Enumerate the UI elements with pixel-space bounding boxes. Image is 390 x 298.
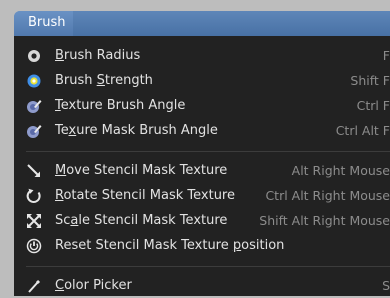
menu-item-label: Brush Radius [55,48,141,63]
circle-dot-icon [28,50,40,62]
menu-item-shortcut: S [382,278,390,293]
menu-item-shortcut: Alt Right Mouse [291,163,390,178]
eyedropper-icon [28,279,41,293]
menu-item-label: Texture Brush Angle [55,98,186,113]
menu-item-label: Texure Mask Brush Angle [55,123,218,138]
menu-item-scale-stencil[interactable]: Scale Stencil Mask Texture Shift Alt Rig… [14,209,390,233]
menu-item-move-stencil[interactable]: Move Stencil Mask Texture Alt Right Mous… [14,159,390,183]
texture-mask-icon [27,125,42,138]
menu-item-label: Color Picker [55,278,132,293]
menu-item-shortcut: F [382,48,390,63]
menu-item-texture-mask-brush-angle[interactable]: Texure Mask Brush Angle Ctrl Alt F [14,119,390,143]
menu-item-brush-radius[interactable]: Brush Radius F [14,44,390,68]
menu-item-shortcut: Shift F [350,73,390,88]
menu-item-brush-strength[interactable]: Brush Strength Shift F [14,69,390,93]
rotate-icon [26,188,41,203]
menu-item-shortcut: Ctrl Alt Right Mouse [265,188,390,203]
move-arrow-icon [27,164,40,177]
menu-item-reset-stencil-position[interactable]: Reset Stencil Mask Texture position [14,234,390,258]
menu-item-rotate-stencil[interactable]: Rotate Stencil Mask Texture Ctrl Alt Rig… [14,184,390,208]
menu-item-texture-brush-angle[interactable]: Texture Brush Angle Ctrl F [14,94,390,118]
brush-strength-icon [27,74,41,88]
menu-title: Brush [28,15,66,30]
scale-icon [27,214,41,228]
menu-item-label: Rotate Stencil Mask Texture [55,188,235,203]
menu-separator [26,266,390,267]
brush-menu: Brush Radius F Brush Strength Shift F Te… [14,36,390,296]
menu-item-shortcut: Ctrl Alt F [335,123,390,138]
menu-item-shortcut: Shift Alt Right Mouse [259,213,390,228]
menu-item-label: Move Stencil Mask Texture [55,163,228,178]
reset-power-icon [26,238,42,254]
menu-item-label: Brush Strength [55,73,153,88]
menu-separator [26,151,390,152]
menu-item-color-picker[interactable]: Color Picker S [14,274,390,298]
menu-item-label: Scale Stencil Mask Texture [55,213,228,228]
texture-brush-icon [27,100,42,113]
menu-item-shortcut: Ctrl F [356,98,390,113]
menu-item-label: Reset Stencil Mask Texture position [55,238,285,253]
